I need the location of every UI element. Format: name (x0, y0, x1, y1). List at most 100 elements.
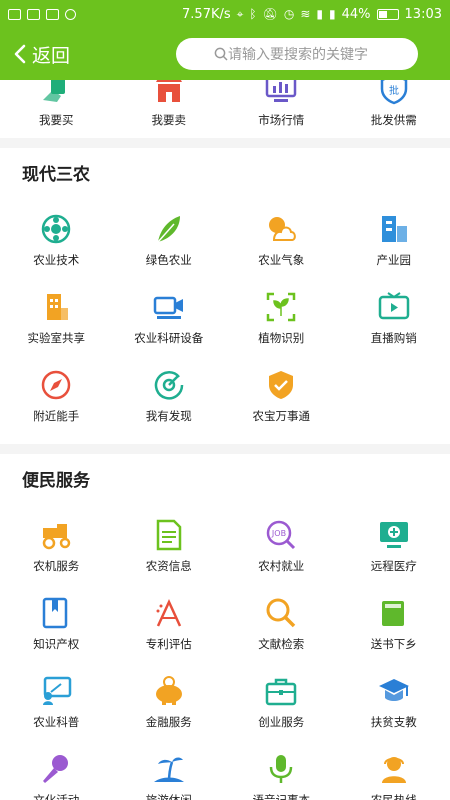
menu-item-grad-cap[interactable]: 扶贫支教 (338, 674, 450, 730)
menu-item-hotline[interactable]: 农民热线 (338, 752, 450, 800)
building-icon (381, 216, 407, 242)
back-button[interactable]: 返回 (0, 41, 70, 68)
network-speed: 7.57K/s (182, 6, 231, 22)
menu-item-icon (152, 752, 186, 786)
menu-item-label: 金融服务 (145, 715, 192, 729)
main-content[interactable]: 我要买 我要卖 市场行情批批发供需 现代三农 农业技术 绿色农业 农业气象 产业园 实验室共享农… (0, 80, 450, 800)
menu-item-label: 我要卖 (151, 113, 187, 127)
shop-icon (155, 80, 182, 102)
menu-item-icon (377, 212, 411, 246)
menu-item-label: 产业园 (376, 253, 412, 267)
menu-item-icon (152, 596, 186, 630)
menu-item-tractor[interactable]: 农机服务 (0, 518, 113, 574)
chart-monitor-icon (266, 80, 297, 102)
battery-percent: 44% (341, 6, 371, 22)
palm-island-icon (153, 757, 184, 783)
menu-item-label: 我有发现 (145, 409, 192, 423)
check-shield-icon (269, 371, 294, 399)
menu-item-green-book[interactable]: 送书下乡 (338, 596, 450, 652)
menu-item-label: 知识产权 (33, 637, 80, 651)
menu-item-discover[interactable]: 我有发现 (113, 368, 226, 424)
menu-item-label: 旅游休闲 (145, 793, 192, 800)
menu-item-icon (264, 752, 298, 786)
icon-row: 文化活动 旅游休闲 语音记事本 农民热线 (0, 752, 450, 800)
lab-building-icon (47, 294, 69, 320)
menu-item-voice-mic[interactable]: 语音记事本 (225, 752, 338, 800)
menu-item-label: 绿色农业 (145, 253, 192, 267)
menu-item-label: 专利评估 (145, 637, 192, 651)
menu-item-document[interactable]: 农资信息 (113, 518, 226, 574)
svg-text:批: 批 (389, 84, 399, 97)
menu-item-chart-monitor[interactable]: 市场行情 (225, 80, 338, 128)
menu-item-icon (377, 596, 411, 630)
menu-item-icon (39, 290, 73, 324)
menu-item-job-search[interactable]: JOB 农村就业 (225, 518, 338, 574)
icon-row: 农业技术 绿色农业 农业气象 产业园 (0, 212, 450, 268)
svg-text:JOB: JOB (271, 529, 286, 538)
menu-item-icon (39, 596, 73, 630)
menu-item-compass[interactable]: 附近能手 (0, 368, 113, 424)
book-icon (43, 597, 68, 629)
signal-icon-2: ▮ (329, 7, 336, 21)
medical-monitor-icon (379, 522, 408, 548)
menu-item-teach-board[interactable]: 农业科普 (0, 674, 113, 730)
menu-item-label: 实验室共享 (27, 331, 86, 345)
menu-item-palm-island[interactable]: 旅游休闲 (113, 752, 226, 800)
menu-item-building[interactable]: 产业园 (338, 212, 450, 268)
clock: 13:03 (404, 6, 442, 22)
menu-item-piggy-bank[interactable]: 金融服务 (113, 674, 226, 730)
menu-item-label: 创业服务 (258, 715, 305, 729)
tractor-icon (43, 524, 71, 550)
menu-item-weather[interactable]: 农业气象 (225, 212, 338, 268)
menu-item-icon (377, 518, 411, 552)
menu-item-camera-device[interactable]: 农业科研设备 (113, 290, 226, 346)
menu-item-wholesale-shield[interactable]: 批批发供需 (338, 80, 450, 128)
piggy-bank-icon (155, 676, 182, 705)
menu-item-label: 农民热线 (370, 793, 417, 800)
leaf-icon (157, 216, 180, 243)
voice-mic-icon (270, 755, 293, 783)
menu-item-check-shield[interactable]: 农宝万事通 (225, 368, 338, 424)
menu-item-label: 语音记事本 (252, 793, 311, 800)
menu-item-briefcase[interactable]: 创业服务 (225, 674, 338, 730)
menu-item-patent[interactable]: 专利评估 (113, 596, 226, 652)
live-tv-icon (378, 292, 409, 320)
discover-icon (154, 371, 184, 400)
back-label: 返回 (32, 44, 71, 67)
menu-item-medical-monitor[interactable]: 远程医疗 (338, 518, 450, 574)
menu-item-label: 市场行情 (258, 113, 305, 127)
menu-item-label: 农业技术 (33, 253, 80, 267)
wifi-icon: ≋ (300, 7, 311, 21)
icon-row: 附近能手 我有发现 农宝万事通 (0, 368, 450, 424)
menu-item-magnifier[interactable]: 文献检索 (225, 596, 338, 652)
status-bar: 7.57K/s ⌖ ᛒ 🔕︎ ◷ ≋ ▮ ▮ 44% 13:03 (0, 0, 450, 28)
menu-item-label: 农业科研设备 (134, 331, 204, 345)
patent-icon (156, 598, 181, 627)
menu-item-tech-flower[interactable]: 农业技术 (0, 212, 113, 268)
menu-item-label: 农村就业 (258, 559, 305, 573)
section-divider (0, 444, 450, 454)
menu-item-live-tv[interactable]: 直播购销 (338, 290, 450, 346)
menu-item-microphone[interactable]: 文化活动 (0, 752, 113, 800)
menu-item-lab-building[interactable]: 实验室共享 (0, 290, 113, 346)
menu-item-icon (264, 368, 298, 402)
menu-item-shop[interactable]: 我要卖 (113, 80, 226, 128)
menu-item-icon (152, 212, 186, 246)
menu-item-label: 农机服务 (33, 559, 80, 573)
menu-item-icon (152, 368, 186, 402)
menu-item-hand-card[interactable]: 我要买 (0, 80, 113, 128)
search-input[interactable]: 请输入要搜索的关键字 (176, 38, 418, 70)
menu-item-icon: 批 (377, 80, 411, 106)
menu-item-label: 远程医疗 (370, 559, 417, 573)
menu-item-icon (39, 752, 73, 786)
menu-item-book[interactable]: 知识产权 (0, 596, 113, 652)
menu-item-icon (152, 674, 186, 708)
menu-item-plant-scan[interactable]: 植物识别 (225, 290, 338, 346)
menu-item-icon (39, 674, 73, 708)
icon-row: 知识产权 专利评估 文献检索 送书下乡 (0, 596, 450, 652)
section-title: 现代三农 (22, 165, 90, 185)
menu-item-label: 送书下乡 (370, 637, 417, 651)
menu-item-icon (152, 80, 186, 106)
chat-icon (8, 8, 21, 20)
menu-item-leaf[interactable]: 绿色农业 (113, 212, 226, 268)
